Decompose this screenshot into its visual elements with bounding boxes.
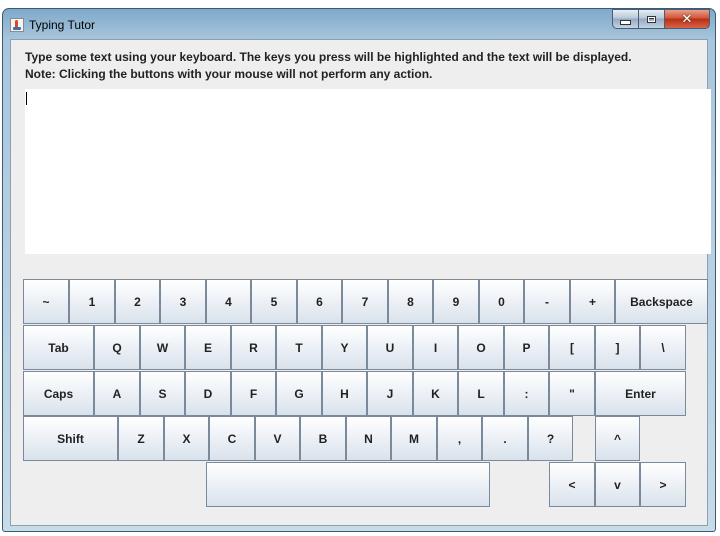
key-row3-10[interactable]: : xyxy=(504,371,549,416)
key-row1-12[interactable]: + xyxy=(570,279,615,324)
key-row4-11[interactable]: ^ xyxy=(595,416,640,461)
key-row4-8[interactable]: , xyxy=(437,416,482,461)
key-row5-2[interactable]: v xyxy=(595,462,640,507)
typed-text-area[interactable] xyxy=(25,89,711,254)
key-row3-3[interactable]: D xyxy=(185,371,231,416)
key-row5-1[interactable]: < xyxy=(549,462,595,507)
key-row3-8[interactable]: K xyxy=(413,371,458,416)
window-title: Typing Tutor xyxy=(29,18,96,32)
key-row3-12[interactable]: Enter xyxy=(595,371,686,416)
key-row2-6[interactable]: Y xyxy=(322,325,367,370)
key-row1-3[interactable]: 3 xyxy=(160,279,206,324)
key-row3-0[interactable]: Caps xyxy=(23,371,94,416)
key-row2-0[interactable]: Tab xyxy=(23,325,94,370)
instruction-line-1: Type some text using your keyboard. The … xyxy=(25,50,632,64)
key-row3-2[interactable]: S xyxy=(140,371,185,416)
key-row3-4[interactable]: F xyxy=(231,371,276,416)
key-row1-11[interactable]: - xyxy=(524,279,570,324)
key-row2-4[interactable]: R xyxy=(231,325,276,370)
key-row1-5[interactable]: 5 xyxy=(251,279,297,324)
key-row4-7[interactable]: M xyxy=(391,416,437,461)
key-row2-9[interactable]: O xyxy=(458,325,504,370)
key-row3-1[interactable]: A xyxy=(94,371,140,416)
key-row2-1[interactable]: Q xyxy=(94,325,140,370)
key-row1-2[interactable]: 2 xyxy=(115,279,160,324)
key-row4-5[interactable]: B xyxy=(300,416,346,461)
close-button[interactable]: ✕ xyxy=(665,9,710,29)
key-row1-4[interactable]: 4 xyxy=(206,279,251,324)
key-row2-5[interactable]: T xyxy=(276,325,322,370)
instruction-line-2: Note: Clicking the buttons with your mou… xyxy=(25,67,433,81)
key-row2-8[interactable]: I xyxy=(413,325,458,370)
key-row2-13[interactable]: \ xyxy=(640,325,686,370)
typing-tutor-window: Typing Tutor ✕ Type some text using your… xyxy=(2,8,716,532)
key-row2-11[interactable]: [ xyxy=(549,325,595,370)
window-controls: ✕ xyxy=(612,9,710,29)
key-row4-10[interactable]: ? xyxy=(528,416,573,461)
key-row1-1[interactable]: 1 xyxy=(69,279,115,324)
key-row5-3[interactable]: > xyxy=(640,462,686,507)
title-bar[interactable]: Typing Tutor ✕ xyxy=(3,9,715,39)
key-row3-5[interactable]: G xyxy=(276,371,322,416)
key-space[interactable] xyxy=(206,462,490,507)
key-row1-6[interactable]: 6 xyxy=(297,279,342,324)
key-row2-2[interactable]: W xyxy=(140,325,185,370)
key-row2-10[interactable]: P xyxy=(504,325,549,370)
key-row2-12[interactable]: ] xyxy=(595,325,640,370)
key-row4-4[interactable]: V xyxy=(255,416,300,461)
java-cup-icon xyxy=(10,18,24,32)
maximize-button[interactable] xyxy=(639,9,665,29)
maximize-icon xyxy=(647,15,656,23)
minimize-icon xyxy=(620,19,631,25)
close-icon: ✕ xyxy=(681,11,693,27)
minimize-button[interactable] xyxy=(612,9,639,29)
key-row3-7[interactable]: J xyxy=(367,371,413,416)
key-row4-3[interactable]: C xyxy=(209,416,255,461)
key-row4-2[interactable]: X xyxy=(164,416,209,461)
client-area: Type some text using your keyboard. The … xyxy=(10,39,711,526)
key-row2-7[interactable]: U xyxy=(367,325,413,370)
key-row3-9[interactable]: L xyxy=(458,371,504,416)
text-caret xyxy=(26,92,27,105)
key-row1-9[interactable]: 9 xyxy=(433,279,479,324)
key-row1-0[interactable]: ~ xyxy=(23,279,69,324)
key-row3-11[interactable]: " xyxy=(549,371,595,416)
key-row4-1[interactable]: Z xyxy=(118,416,164,461)
key-row3-6[interactable]: H xyxy=(322,371,367,416)
key-row4-6[interactable]: N xyxy=(346,416,391,461)
key-row1-10[interactable]: 0 xyxy=(479,279,524,324)
key-row4-9[interactable]: . xyxy=(482,416,528,461)
key-row1-13[interactable]: Backspace xyxy=(615,279,708,324)
key-row1-7[interactable]: 7 xyxy=(342,279,388,324)
key-row4-0[interactable]: Shift xyxy=(23,416,118,461)
key-row2-3[interactable]: E xyxy=(185,325,231,370)
key-row1-8[interactable]: 8 xyxy=(388,279,433,324)
